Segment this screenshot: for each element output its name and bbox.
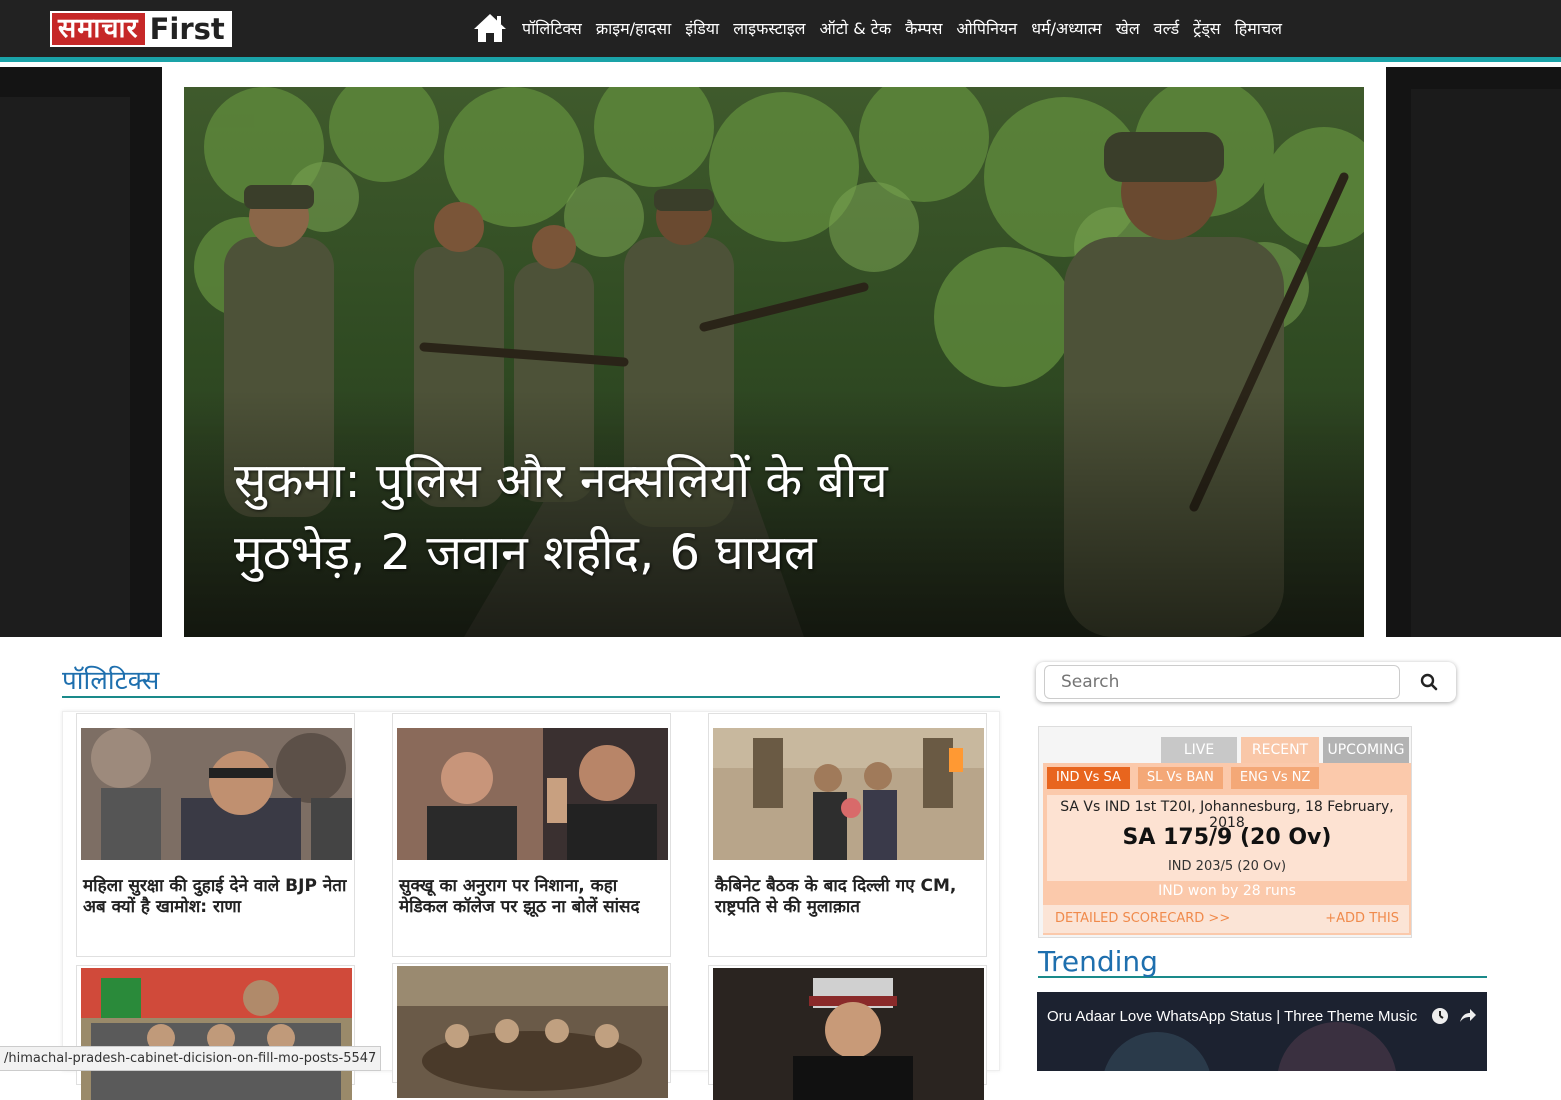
news-card[interactable]: सुक्खू का अनुराग पर निशाना, कहा मेडिकल क… xyxy=(392,713,671,957)
clock-icon[interactable] xyxy=(1431,1006,1449,1030)
tab-live[interactable]: LIVE xyxy=(1161,737,1237,763)
video-title[interactable]: Oru Adaar Love WhatsApp Status | Three T… xyxy=(1047,1008,1417,1025)
search-icon xyxy=(1420,673,1438,691)
nav-item-world[interactable]: वर्ल्ड xyxy=(1154,17,1179,39)
nav-item-campus[interactable]: कैम्पस xyxy=(905,17,942,39)
logo-hindi-text: समाचार xyxy=(52,13,145,45)
trending-title: Trending xyxy=(1038,945,1158,978)
tab-upcoming[interactable]: UPCOMING xyxy=(1323,737,1409,763)
nav-item-trends[interactable]: ट्रेंड्स xyxy=(1193,17,1220,39)
match-tab-eng-nz[interactable]: ENG Vs NZ xyxy=(1230,767,1320,789)
news-title[interactable]: सुक्खू का अनुराग पर निशाना, कहा मेडिकल क… xyxy=(399,876,667,918)
tab-recent[interactable]: RECENT xyxy=(1241,737,1319,763)
news-card[interactable]: कैबिनेट बैठक के बाद दिल्ली गए CM, राष्ट्… xyxy=(708,713,987,957)
news-thumbnail[interactable] xyxy=(713,728,984,860)
home-icon[interactable] xyxy=(472,11,508,45)
match-tab-ind-sa[interactable]: IND Vs SA xyxy=(1047,767,1130,789)
main-score: SA 175/9 (20 Ov) xyxy=(1122,825,1332,850)
nav-item-religion[interactable]: धर्म/अध्यात्म xyxy=(1031,17,1102,39)
news-title[interactable]: कैबिनेट बैठक के बाद दिल्ली गए CM, राष्ट्… xyxy=(715,876,983,918)
top-navbar: समाचार First पॉलिटिक्स क्राइम/हादसा इंडि… xyxy=(0,0,1561,62)
news-card[interactable] xyxy=(392,963,671,1098)
nav-item-himachal[interactable]: हिमाचल xyxy=(1235,17,1282,39)
news-thumbnail[interactable] xyxy=(81,728,352,860)
trending-video[interactable]: Oru Adaar Love WhatsApp Status | Three T… xyxy=(1037,992,1487,1071)
nav-item-crime[interactable]: क्राइम/हादसा xyxy=(596,17,671,39)
nav-item-auto-tech[interactable]: ऑटो & टेक xyxy=(820,17,892,39)
search-input[interactable] xyxy=(1044,665,1400,699)
add-this-link[interactable]: +ADD THIS xyxy=(1325,911,1399,926)
politics-card-grid: महिला सुरक्षा की दुहाई देने वाले BJP नेत… xyxy=(62,711,1000,1100)
cricket-score-widget: LIVE RECENT UPCOMING IND Vs SA SL Vs BAN… xyxy=(1038,726,1412,938)
hero-image[interactable]: सुकमा: पुलिस और नक्सलियों के बीच मुठभेड़… xyxy=(184,87,1364,637)
match-result: IND won by 28 runs xyxy=(1158,883,1296,899)
news-title[interactable]: महिला सुरक्षा की दुहाई देने वाले BJP नेत… xyxy=(83,876,351,918)
opponent-score: IND 203/5 (20 Ov) xyxy=(1167,859,1287,874)
score-footer: DETAILED SCORECARD >> +ADD THIS xyxy=(1043,905,1409,933)
nav-item-sports[interactable]: खेल xyxy=(1116,17,1140,39)
match-selector: IND Vs SA SL Vs BAN ENG Vs NZ xyxy=(1047,767,1327,789)
news-card[interactable]: महिला सुरक्षा की दुहाई देने वाले BJP नेत… xyxy=(76,713,355,957)
share-icon[interactable] xyxy=(1457,1006,1477,1030)
search-box xyxy=(1036,662,1456,702)
hero-headline[interactable]: सुकमा: पुलिस और नक्सलियों के बीच मुठभेड़… xyxy=(234,445,994,589)
nav-item-politics[interactable]: पॉलिटिक्स xyxy=(522,17,582,39)
nav-item-lifestyle[interactable]: लाइफस्टाइल xyxy=(733,17,805,39)
hero-slide[interactable]: सुकमा: पुलिस और नक्सलियों के बीच मुठभेड़… xyxy=(162,67,1386,637)
detailed-scorecard-link[interactable]: DETAILED SCORECARD >> xyxy=(1055,911,1230,926)
hero-prev-slide[interactable] xyxy=(0,97,130,637)
scorecard: SA Vs IND 1st T20I, Johannesburg, 18 Feb… xyxy=(1047,795,1407,881)
site-logo[interactable]: समाचार First xyxy=(50,11,232,47)
hero-section: सुकमा: पुलिस और नक्सलियों के बीच मुठभेड़… xyxy=(0,67,1561,637)
main-nav: पॉलिटिक्स क्राइम/हादसा इंडिया लाइफस्टाइल… xyxy=(472,6,1296,50)
match-tab-sl-ban[interactable]: SL Vs BAN xyxy=(1137,767,1223,789)
browser-status-url: /himachal-pradesh-cabinet-dicision-on-fi… xyxy=(0,1046,382,1071)
section-title[interactable]: पॉलिटिक्स xyxy=(62,666,159,696)
news-card[interactable] xyxy=(708,965,987,1100)
news-thumbnail[interactable] xyxy=(81,968,352,1100)
logo-english-text: First xyxy=(144,13,230,45)
trending-heading: Trending xyxy=(1038,946,1487,978)
search-button[interactable] xyxy=(1406,665,1452,699)
hero-next-slide[interactable] xyxy=(1411,89,1561,637)
score-tabs: LIVE RECENT UPCOMING xyxy=(1161,737,1413,763)
politics-section-heading: पॉलिटिक्स xyxy=(62,666,1000,698)
nav-item-india[interactable]: इंडिया xyxy=(685,17,719,39)
nav-item-opinion[interactable]: ओपिनियन xyxy=(956,17,1017,39)
news-thumbnail[interactable] xyxy=(713,968,984,1100)
news-thumbnail[interactable] xyxy=(397,966,668,1098)
news-thumbnail[interactable] xyxy=(397,728,668,860)
